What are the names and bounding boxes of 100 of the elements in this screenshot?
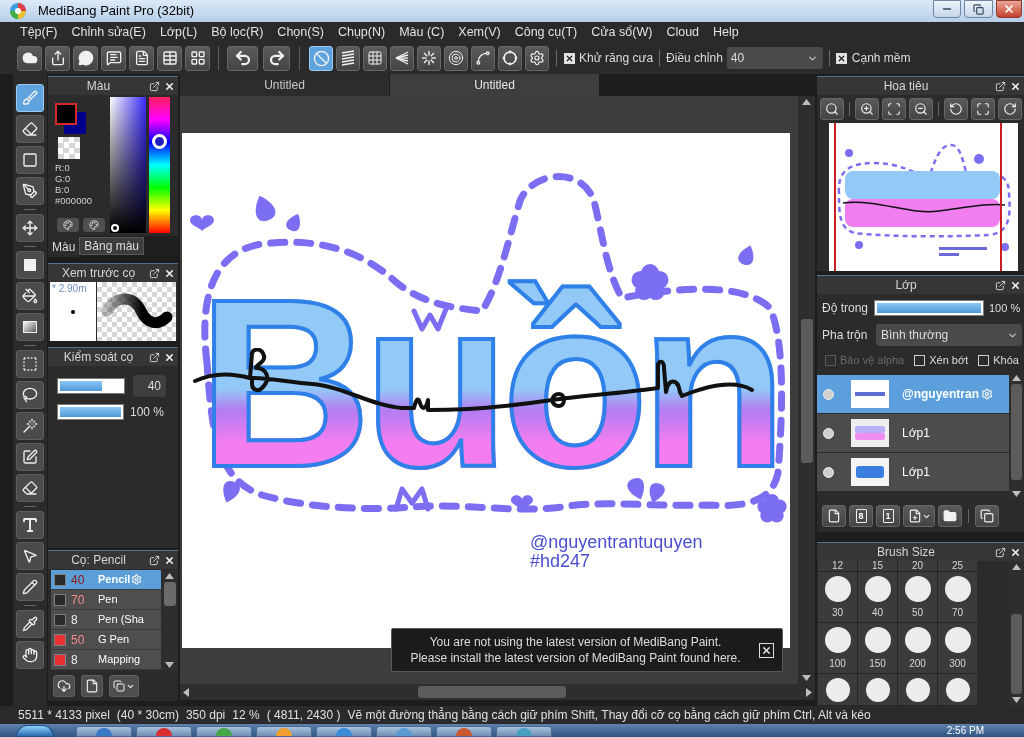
scroll-down-icon[interactable] [802, 675, 811, 681]
fit-button[interactable] [882, 98, 906, 120]
rotate-left-button[interactable] [944, 98, 968, 120]
tool-button[interactable] [16, 610, 44, 638]
tool-button[interactable] [16, 282, 44, 310]
close-icon[interactable] [164, 554, 175, 566]
menu-item[interactable]: Xem(V) [458, 24, 501, 40]
panel-tab[interactable]: Màu [48, 236, 80, 257]
snap-button[interactable] [390, 45, 414, 71]
scrollbar[interactable] [161, 570, 178, 671]
brush-list-item[interactable]: 70 Pen [51, 590, 161, 610]
brush-size-cell[interactable]: 50 [898, 572, 937, 622]
picker-cursor-icon[interactable] [111, 224, 119, 232]
snap-button[interactable] [336, 45, 360, 71]
scroll-down-icon[interactable] [1012, 491, 1021, 497]
scroll-up-icon[interactable] [165, 573, 174, 579]
taskbar-button[interactable] [496, 726, 552, 737]
zoom-out-button[interactable] [909, 98, 933, 120]
tool-button[interactable] [16, 313, 44, 341]
vertical-scrollbar[interactable] [798, 96, 815, 684]
taskbar-button[interactable] [316, 726, 372, 737]
hue-slider[interactable] [149, 97, 170, 233]
tool-button[interactable] [16, 573, 44, 601]
menu-item[interactable]: Chỉnh sửa(E) [71, 24, 146, 40]
tool-button[interactable] [16, 214, 44, 242]
brush-size-cell[interactable]: 300 [938, 623, 977, 673]
taskbar-button[interactable] [436, 726, 492, 737]
menu-item[interactable]: Cửa sổ(W) [591, 24, 653, 40]
brush-list-item[interactable]: 8 Pen (Sha [51, 610, 161, 630]
snap-settings-button[interactable] [525, 45, 549, 71]
scrollbar-thumb[interactable] [1011, 384, 1022, 480]
close-icon[interactable] [1010, 279, 1021, 291]
panel-tab[interactable]: Bảng màu [79, 237, 145, 255]
tool-button[interactable] [16, 641, 44, 669]
fit-screen-button[interactable] [971, 98, 995, 120]
menu-item[interactable]: Cloud [666, 24, 700, 40]
brush-list-item[interactable]: 8 Mapping [51, 650, 161, 670]
scroll-up-icon[interactable] [802, 99, 811, 105]
snap-button[interactable] [309, 45, 333, 71]
close-icon[interactable] [164, 267, 175, 279]
brush-size-label[interactable]: 15 [858, 561, 897, 571]
zoom-in-button[interactable] [855, 98, 879, 120]
popout-icon[interactable] [149, 351, 160, 363]
color-tool-button[interactable] [83, 218, 105, 232]
layer-type-button[interactable]: 8 [849, 505, 873, 527]
add-layer-button[interactable] [903, 505, 935, 527]
start-button[interactable] [16, 725, 54, 737]
snap-button[interactable] [498, 45, 522, 71]
menu-item[interactable]: Công cụ(T) [514, 24, 578, 40]
scroll-left-icon[interactable] [183, 687, 189, 697]
scrollbar-thumb[interactable] [800, 319, 813, 463]
layer-item[interactable]: Lớp1 [817, 453, 1009, 491]
document-tab[interactable]: Untitled [180, 74, 390, 96]
scroll-right-icon[interactable] [806, 687, 812, 697]
snap-button[interactable] [471, 45, 495, 71]
minimize-button[interactable] [933, 0, 961, 18]
taskbar-button[interactable] [196, 726, 252, 737]
brush-size-label[interactable]: 12 [818, 561, 857, 571]
brush-list-item[interactable]: 50 G Pen [51, 630, 161, 650]
blend-mode-dropdown[interactable]: Bình thường [876, 324, 1022, 346]
toolbar-button[interactable] [185, 45, 210, 71]
zoom-actual-button[interactable] [820, 98, 844, 120]
scroll-up-icon[interactable] [1012, 375, 1021, 381]
menu-item[interactable]: Bộ lọc(R) [211, 24, 264, 40]
brush-size-cell[interactable]: 70 [938, 572, 977, 622]
tool-button[interactable] [16, 177, 44, 205]
popout-icon[interactable] [995, 80, 1006, 92]
scrollbar[interactable] [1009, 561, 1024, 706]
menu-item[interactable]: Lớp(L) [159, 24, 198, 40]
brush-size-cell[interactable] [858, 674, 897, 705]
tool-button[interactable] [16, 443, 44, 471]
tool-button[interactable] [16, 115, 44, 143]
close-button[interactable] [996, 0, 1022, 18]
menu-item[interactable]: Tệp(F) [20, 24, 58, 40]
restore-button[interactable] [964, 0, 993, 18]
close-icon[interactable] [1010, 546, 1021, 558]
transparent-color-icon[interactable] [58, 137, 80, 159]
scrollbar-thumb[interactable] [418, 686, 566, 698]
brush-size-cell[interactable]: 150 [858, 623, 897, 673]
taskbar-button[interactable] [76, 726, 132, 737]
menu-item[interactable]: Chụp(N) [337, 24, 386, 40]
close-icon[interactable] [164, 80, 175, 92]
scroll-down-icon[interactable] [165, 662, 174, 668]
brush-menu-button[interactable] [109, 675, 139, 697]
menu-item[interactable]: Help [713, 24, 739, 40]
visibility-icon[interactable] [823, 466, 834, 478]
correction-dropdown[interactable]: 40 [726, 47, 823, 69]
tool-button[interactable] [16, 251, 44, 279]
popout-icon[interactable] [995, 279, 1006, 291]
horizontal-scrollbar[interactable] [180, 684, 815, 700]
toolbar-button[interactable] [101, 45, 126, 71]
close-icon[interactable] [1010, 80, 1021, 92]
undo-button[interactable] [227, 45, 258, 71]
toolbar-button[interactable] [157, 45, 182, 71]
layer-item[interactable]: Lớp1 [817, 414, 1009, 452]
brush-size-cell[interactable]: 30 [818, 572, 857, 622]
brush-size-cell[interactable]: 200 [898, 623, 937, 673]
popout-icon[interactable] [149, 267, 160, 279]
tool-button[interactable] [16, 146, 44, 174]
menu-item[interactable]: Màu (C) [399, 24, 445, 40]
